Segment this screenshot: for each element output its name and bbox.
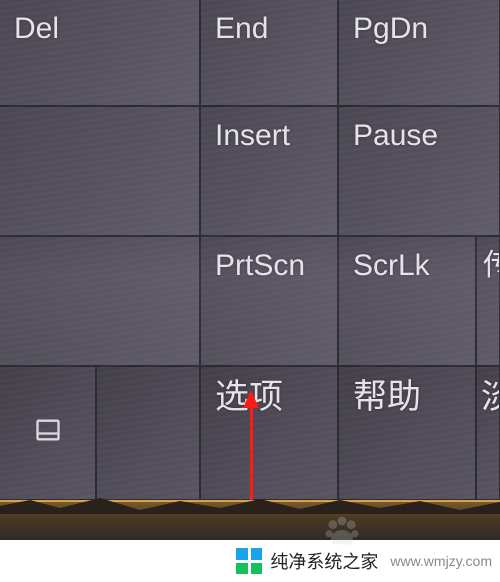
paw-icon: [320, 510, 364, 554]
key-label: Pause: [353, 119, 438, 152]
brand-url: www.wmjzy.com: [390, 553, 492, 569]
key-label: 淡: [481, 379, 500, 416]
key-prtscn[interactable]: PrtScn: [200, 236, 338, 366]
key-label: ScrLk: [353, 249, 430, 282]
key-options[interactable]: 选项: [200, 366, 338, 500]
key-label: PgDn: [353, 12, 428, 45]
wallpaper-mountains: [0, 496, 500, 514]
dock-icon: [34, 416, 62, 451]
key-label: Insert: [215, 119, 290, 152]
key-label: End: [215, 12, 268, 45]
key-label: PrtScn: [215, 249, 305, 282]
key-label: Del: [14, 12, 59, 45]
key-pause[interactable]: Pause: [338, 106, 500, 236]
key-insert[interactable]: Insert: [200, 106, 338, 236]
key-blank-2[interactable]: [0, 236, 200, 366]
watermark-footer: 纯净系统之家 www.wmjzy.com: [0, 540, 500, 582]
key-blank-3[interactable]: [96, 366, 200, 500]
key-label: 传: [483, 249, 500, 282]
key-cut-right-2[interactable]: 淡: [476, 366, 500, 500]
key-pgdn[interactable]: PgDn: [338, 0, 500, 106]
desktop-taskbar-sliver: [0, 500, 500, 540]
on-screen-keyboard: Del End PgDn Insert Pause PrtScn: [0, 0, 500, 500]
key-label: 选项: [215, 379, 283, 416]
key-scrlk[interactable]: ScrLk: [338, 236, 476, 366]
key-label: 帮助: [353, 379, 421, 416]
key-end[interactable]: End: [200, 0, 338, 106]
key-blank-1[interactable]: [0, 106, 200, 236]
key-help[interactable]: 帮助: [338, 366, 476, 500]
key-cut-right-1[interactable]: 传: [476, 236, 500, 366]
key-del[interactable]: Del: [0, 0, 200, 106]
key-dock[interactable]: [0, 366, 96, 500]
brand-logo-icon: [236, 548, 262, 574]
